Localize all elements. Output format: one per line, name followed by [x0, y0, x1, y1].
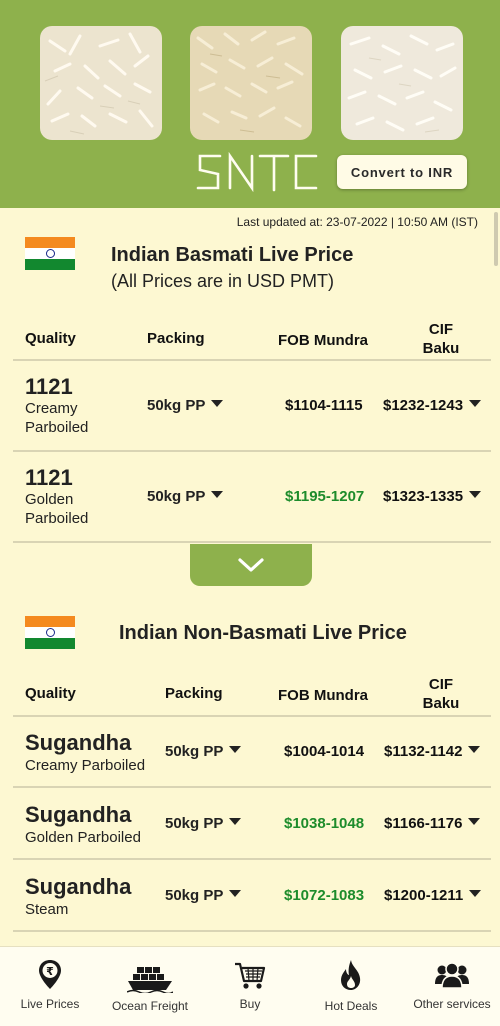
caret-down-icon [468, 746, 481, 753]
caret-down-icon [229, 818, 242, 825]
cif-price-dropdown[interactable]: $1232-1243 [383, 397, 482, 414]
convert-to-inr-button[interactable]: Convert to INR [337, 155, 467, 189]
nav-label: Ocean Freight [111, 999, 189, 1013]
nav-live-prices[interactable]: ₹ Live Prices [0, 947, 100, 1026]
chevron-down-icon [238, 558, 264, 572]
bottom-navigation: ₹ Live Prices Ocean Freight Buy Hot Deal… [0, 946, 500, 1026]
last-updated-text: Last updated at: 23-07-2022 | 10:50 AM (… [236, 215, 478, 229]
nav-hot-deals[interactable]: Hot Deals [301, 947, 401, 1026]
india-flag-icon [25, 616, 75, 649]
divider [13, 715, 491, 717]
cif-price-dropdown[interactable]: $1323-1335 [383, 488, 482, 505]
cart-icon [235, 962, 266, 989]
rice-image-2 [190, 26, 312, 140]
divider [13, 858, 491, 860]
packing-dropdown[interactable]: 50kg PP [165, 815, 242, 832]
divider [13, 930, 491, 932]
users-icon [435, 962, 469, 988]
nav-buy[interactable]: Buy [200, 947, 300, 1026]
nav-ocean-freight[interactable]: Ocean Freight [100, 947, 200, 1026]
quality-variant: Steam [25, 901, 69, 918]
nav-label: Buy [239, 997, 261, 1011]
nav-label: Live Prices [20, 997, 80, 1011]
packing-dropdown[interactable]: 50kg PP [165, 743, 242, 760]
cif-price-dropdown[interactable]: $1166-1176 [384, 815, 481, 832]
column-header-cif-baku: CIF Baku [422, 676, 460, 712]
divider [13, 450, 491, 452]
caret-down-icon [469, 400, 482, 407]
expand-basmati-button[interactable] [190, 544, 312, 586]
quality-name: Sugandha [25, 730, 132, 755]
quality-name: 1121 [25, 465, 73, 490]
caret-down-icon [229, 746, 242, 753]
fob-price: $1072-1083 [284, 887, 365, 904]
quality-name: Sugandha [25, 874, 132, 899]
scrollbar[interactable] [494, 212, 498, 266]
fire-icon [341, 960, 361, 990]
fob-price: $1004-1014 [284, 743, 365, 760]
column-header-packing: Packing [165, 685, 223, 702]
caret-down-icon [211, 491, 224, 498]
column-header-fob-mundra: FOB Mundra [278, 332, 368, 349]
ship-icon [127, 967, 173, 993]
caret-down-icon [468, 818, 481, 825]
packing-dropdown[interactable]: 50kg PP [147, 397, 224, 414]
caret-down-icon [469, 890, 482, 897]
fob-price: $1195-1207 [285, 488, 365, 505]
packing-dropdown[interactable]: 50kg PP [147, 488, 224, 505]
nav-other-services[interactable]: Other services [402, 947, 500, 1026]
cif-price-dropdown[interactable]: $1200-1211 [384, 887, 482, 904]
quality-name: Sugandha [25, 802, 132, 827]
sntc-logo [196, 151, 320, 193]
divider [13, 786, 491, 788]
nav-label: Hot Deals [324, 999, 378, 1013]
column-header-quality: Quality [25, 685, 76, 702]
nav-label: Other services [413, 997, 491, 1011]
quality-variant: Creamy Parboiled [25, 400, 89, 436]
non-basmati-section-title: Indian Non-Basmati Live Price [119, 622, 407, 644]
quality-name: 1121 [25, 374, 73, 399]
cif-price-dropdown[interactable]: $1132-1142 [384, 743, 481, 760]
quality-variant: Golden Parboiled [25, 491, 89, 527]
svg-text:₹: ₹ [46, 965, 54, 978]
column-header-cif-baku: CIF Baku [422, 321, 460, 357]
column-header-fob-mundra: FOB Mundra [278, 687, 368, 704]
header-banner: Convert to INR [0, 0, 500, 208]
divider [13, 541, 491, 543]
column-header-quality: Quality [25, 330, 76, 347]
caret-down-icon [469, 491, 482, 498]
rice-image-3 [341, 26, 463, 140]
basmati-section-title: Indian Basmati Live Price [111, 244, 354, 266]
india-flag-icon [25, 237, 75, 270]
quality-variant: Creamy Parboiled [25, 757, 146, 774]
basmati-section-subtitle: (All Prices are in USD PMT) [111, 271, 335, 291]
rice-image-1 [40, 26, 162, 140]
rupee-location-icon: ₹ [39, 960, 61, 989]
divider [13, 359, 491, 361]
packing-dropdown[interactable]: 50kg PP [165, 887, 242, 904]
quality-variant: Golden Parboiled [25, 829, 141, 846]
caret-down-icon [229, 890, 242, 897]
fob-price: $1104-1115 [285, 397, 363, 414]
column-header-packing: Packing [147, 330, 205, 347]
caret-down-icon [211, 400, 224, 407]
fob-price: $1038-1048 [284, 815, 365, 832]
